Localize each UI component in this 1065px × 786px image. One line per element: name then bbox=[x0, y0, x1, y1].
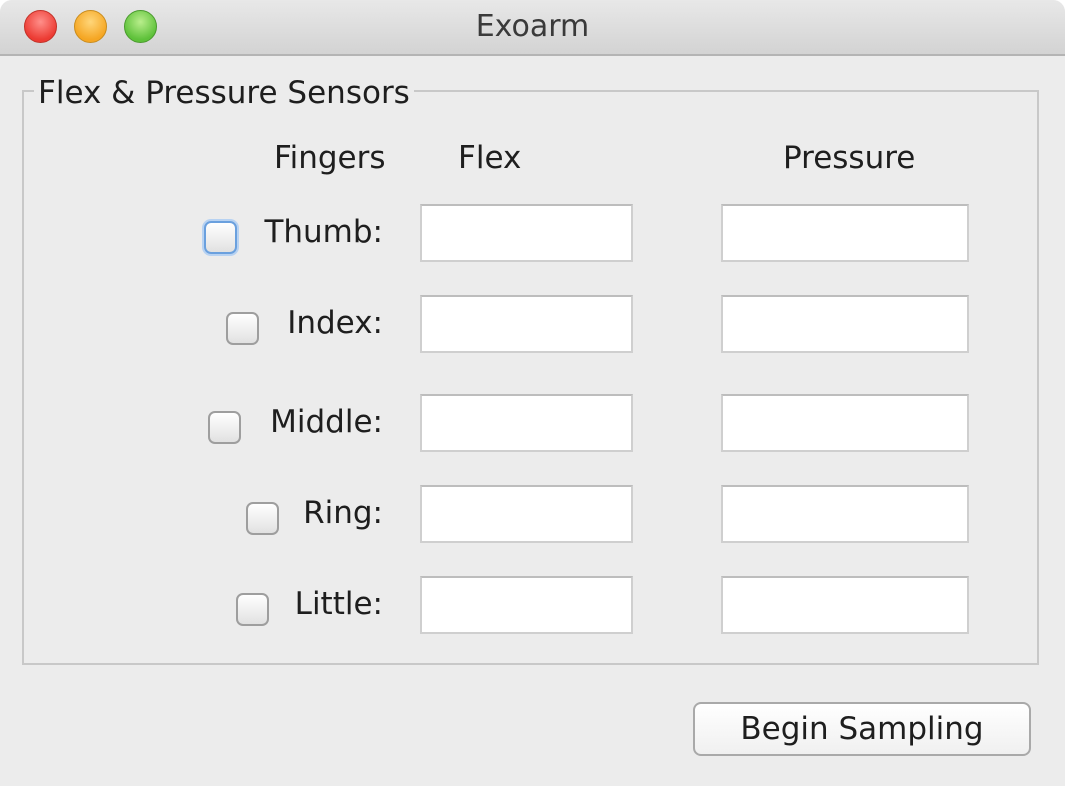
finger-row-middle: Middle: bbox=[0, 394, 1065, 454]
ring-pressure-field[interactable] bbox=[721, 485, 969, 543]
little-label: Little: bbox=[294, 586, 383, 622]
index-flex-field[interactable] bbox=[420, 295, 633, 353]
thumb-pressure-field[interactable] bbox=[721, 204, 969, 262]
index-pressure-field[interactable] bbox=[721, 295, 969, 353]
thumb-checkbox[interactable] bbox=[204, 221, 237, 254]
flex-column-header: Flex bbox=[458, 140, 522, 176]
middle-pressure-field[interactable] bbox=[721, 394, 969, 452]
ring-checkbox[interactable] bbox=[246, 502, 279, 535]
thumb-flex-field[interactable] bbox=[420, 204, 633, 262]
app-window: Exoarm Flex & Pressure Sensors Fingers F… bbox=[0, 0, 1065, 786]
index-checkbox[interactable] bbox=[226, 312, 259, 345]
ring-label: Ring: bbox=[303, 495, 383, 531]
window-title: Exoarm bbox=[475, 9, 590, 44]
thumb-label: Thumb: bbox=[264, 214, 383, 250]
pressure-column-header: Pressure bbox=[783, 140, 916, 176]
fingers-column-header: Fingers bbox=[274, 140, 386, 176]
little-pressure-field[interactable] bbox=[721, 576, 969, 634]
begin-sampling-button[interactable]: Begin Sampling bbox=[693, 702, 1031, 756]
title-bar: Exoarm bbox=[0, 0, 1065, 56]
sensors-group-legend: Flex & Pressure Sensors bbox=[34, 75, 414, 111]
middle-flex-field[interactable] bbox=[420, 394, 633, 452]
little-checkbox[interactable] bbox=[236, 593, 269, 626]
finger-row-ring: Ring: bbox=[0, 485, 1065, 545]
index-label: Index: bbox=[287, 305, 383, 341]
ring-flex-field[interactable] bbox=[420, 485, 633, 543]
finger-row-index: Index: bbox=[0, 295, 1065, 355]
middle-label: Middle: bbox=[270, 404, 383, 440]
finger-row-thumb: Thumb: bbox=[0, 204, 1065, 264]
little-flex-field[interactable] bbox=[420, 576, 633, 634]
finger-row-little: Little: bbox=[0, 576, 1065, 636]
middle-checkbox[interactable] bbox=[208, 411, 241, 444]
